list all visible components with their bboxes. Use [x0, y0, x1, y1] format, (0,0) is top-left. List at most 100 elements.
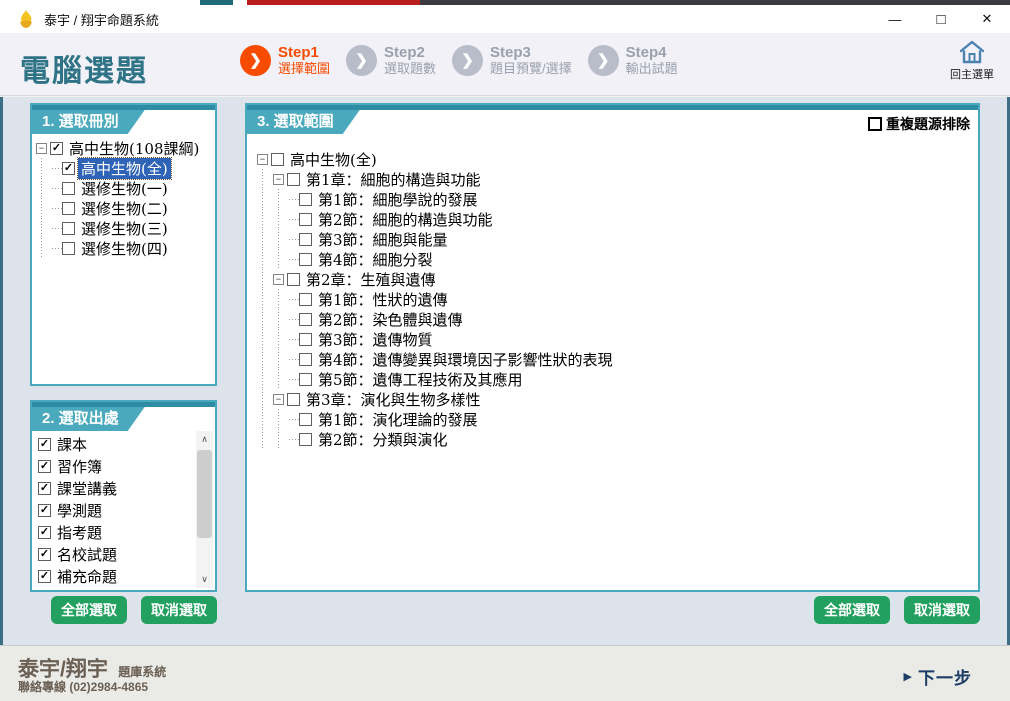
- tree-item-label[interactable]: 第1章：細胞的構造與功能: [303, 169, 484, 190]
- source-item-checkbox[interactable]: ✓: [38, 526, 51, 539]
- tree-item-checkbox[interactable]: [62, 222, 75, 235]
- select-all-scope-button[interactable]: 全部選取: [814, 596, 890, 624]
- scroll-up-icon[interactable]: ∧: [196, 431, 213, 448]
- tree-item-label[interactable]: 高中生物(全): [287, 149, 380, 170]
- source-item-label[interactable]: 習作簿: [54, 456, 105, 477]
- dedupe-checkbox[interactable]: [868, 117, 882, 131]
- source-item-label[interactable]: 生物說圖: [54, 588, 120, 589]
- tree-item-label[interactable]: 選修生物(一): [78, 178, 171, 199]
- tree-item-checkbox[interactable]: [287, 173, 300, 186]
- source-item-label[interactable]: 課本: [54, 434, 90, 455]
- source-item-checkbox[interactable]: ✓: [38, 460, 51, 473]
- tree-item-label[interactable]: 第4節：遺傳變異與環境因子影響性狀的表現: [315, 349, 616, 370]
- tree-connector-line: [289, 409, 299, 429]
- tree-item: − 高中生物(全): [257, 149, 974, 169]
- deselect-scope-button[interactable]: 取消選取: [904, 596, 980, 624]
- tree-item-label[interactable]: 選修生物(四): [78, 238, 171, 259]
- tree-item-checkbox[interactable]: [299, 193, 312, 206]
- tree-item-checkbox[interactable]: [287, 273, 300, 286]
- tree-item: 選修生物(一): [36, 178, 211, 198]
- wizard-step-4: ❯Step4輸出試題: [588, 44, 678, 76]
- tree-item-label[interactable]: 第2節：細胞的構造與功能: [315, 209, 496, 230]
- collapse-expander-icon[interactable]: −: [257, 154, 268, 165]
- tree-item-checkbox[interactable]: [299, 433, 312, 446]
- source-item-checkbox[interactable]: ✓: [38, 504, 51, 517]
- scrollbar[interactable]: ∧ ∨: [196, 431, 213, 588]
- tree-item-label[interactable]: 第1節：演化理論的發展: [315, 409, 481, 430]
- source-list-item: ✓學測題: [38, 499, 194, 521]
- tree-item-checkbox[interactable]: [299, 373, 312, 386]
- panel-topbar: [247, 105, 978, 110]
- home-button-label: 回主選單: [950, 66, 994, 82]
- tree-guide-line: [273, 329, 289, 349]
- tree-guide-line: [257, 169, 273, 189]
- scroll-down-icon[interactable]: ∨: [196, 571, 213, 588]
- deselect-sources-button[interactable]: 取消選取: [141, 596, 217, 624]
- source-item-label[interactable]: 補充命題: [54, 566, 120, 587]
- tree-item-checkbox[interactable]: [62, 202, 75, 215]
- tree-item-checkbox[interactable]: [287, 393, 300, 406]
- tree-item-checkbox[interactable]: [299, 333, 312, 346]
- tree-item-label[interactable]: 第5節：遺傳工程技術及其應用: [315, 369, 526, 390]
- tree-item-label[interactable]: 選修生物(三): [78, 218, 171, 239]
- tree-guide-line: [257, 429, 273, 449]
- source-item-label[interactable]: 課堂講義: [54, 478, 120, 499]
- tree-item-checkbox[interactable]: [299, 293, 312, 306]
- tree-item-label[interactable]: 第2節：染色體與遺傳: [315, 309, 466, 330]
- tree-guide-line: [257, 369, 273, 389]
- source-item-checkbox[interactable]: ✓: [38, 482, 51, 495]
- minimize-button[interactable]: —: [872, 5, 918, 33]
- source-item-label[interactable]: 指考題: [54, 522, 105, 543]
- home-button[interactable]: 回主選單: [944, 39, 1000, 91]
- collapse-expander-icon[interactable]: −: [36, 143, 47, 154]
- tree-item-label[interactable]: 第2節：分類與演化: [315, 429, 451, 450]
- tree-item-checkbox[interactable]: [299, 233, 312, 246]
- source-item-checkbox[interactable]: ✓: [38, 438, 51, 451]
- step-sublabel: 輸出試題: [626, 61, 678, 76]
- collapse-expander-icon[interactable]: −: [273, 274, 284, 285]
- tree-item-label[interactable]: 第1節：性狀的遺傳: [315, 289, 451, 310]
- source-item-checkbox[interactable]: ✓: [38, 548, 51, 561]
- tree-item-label[interactable]: 第2章：生殖與遺傳: [303, 269, 439, 290]
- tree-item-label[interactable]: 第4節：細胞分裂: [315, 249, 436, 270]
- tree-item-checkbox[interactable]: [62, 242, 75, 255]
- tree-item-label[interactable]: 第3節：細胞與能量: [315, 229, 451, 250]
- tree-guide-line: [273, 209, 289, 229]
- next-step-button[interactable]: ▶ 下一步: [904, 664, 972, 689]
- tree-item-checkbox[interactable]: [299, 213, 312, 226]
- dedupe-option[interactable]: 重複題源排除: [868, 114, 970, 134]
- tree-item: 第3節：細胞與能量: [257, 229, 974, 249]
- tree-item-label[interactable]: 第1節：細胞學說的發展: [315, 189, 481, 210]
- tree-item-checkbox[interactable]: [299, 413, 312, 426]
- tree-item-checkbox[interactable]: [271, 153, 284, 166]
- tree-item-checkbox[interactable]: ✓: [62, 162, 75, 175]
- page-title: 電腦選題: [20, 46, 148, 90]
- step-label: Step2: [384, 44, 436, 61]
- tree-item-label[interactable]: 選修生物(二): [78, 198, 171, 219]
- tree-item-checkbox[interactable]: ✓: [50, 142, 63, 155]
- source-item-label[interactable]: 學測題: [54, 500, 105, 521]
- source-item-label[interactable]: 名校試題: [54, 544, 120, 565]
- footer: 泰宇/翔宇 題庫系統 聯絡專線 (02)2984-4865 ▶ 下一步: [0, 645, 1010, 701]
- tree-item-label[interactable]: 第3節：遺傳物質: [315, 329, 436, 350]
- tree-item-label[interactable]: 高中生物(全): [78, 158, 171, 179]
- tree-item-label[interactable]: 高中生物(108課綱): [66, 138, 202, 159]
- collapse-expander-icon[interactable]: −: [273, 174, 284, 185]
- scrollbar-thumb[interactable]: [197, 450, 212, 538]
- tree-item-checkbox[interactable]: [62, 182, 75, 195]
- tree-item-checkbox[interactable]: [299, 353, 312, 366]
- close-button[interactable]: ✕: [964, 5, 1010, 33]
- contact-line: 聯絡專線 (02)2984-4865: [18, 678, 148, 695]
- tree-item-checkbox[interactable]: [299, 253, 312, 266]
- tree-item-label[interactable]: 第3章：演化與生物多樣性: [303, 389, 484, 410]
- tree-item: 第5節：遺傳工程技術及其應用: [257, 369, 974, 389]
- tree-guide-line: [257, 269, 273, 289]
- source-item-checkbox[interactable]: ✓: [38, 570, 51, 583]
- volume-tree: −✓高中生物(108課綱)✓高中生物(全)選修生物(一)選修生物(二)選修生物(…: [36, 138, 211, 382]
- maximize-button[interactable]: □: [918, 5, 964, 33]
- wizard-step-2: ❯Step2選取題數: [346, 44, 436, 76]
- tree-item-checkbox[interactable]: [299, 313, 312, 326]
- select-all-sources-button[interactable]: 全部選取: [51, 596, 127, 624]
- collapse-expander-icon[interactable]: −: [273, 394, 284, 405]
- tree-guide-line: [257, 289, 273, 309]
